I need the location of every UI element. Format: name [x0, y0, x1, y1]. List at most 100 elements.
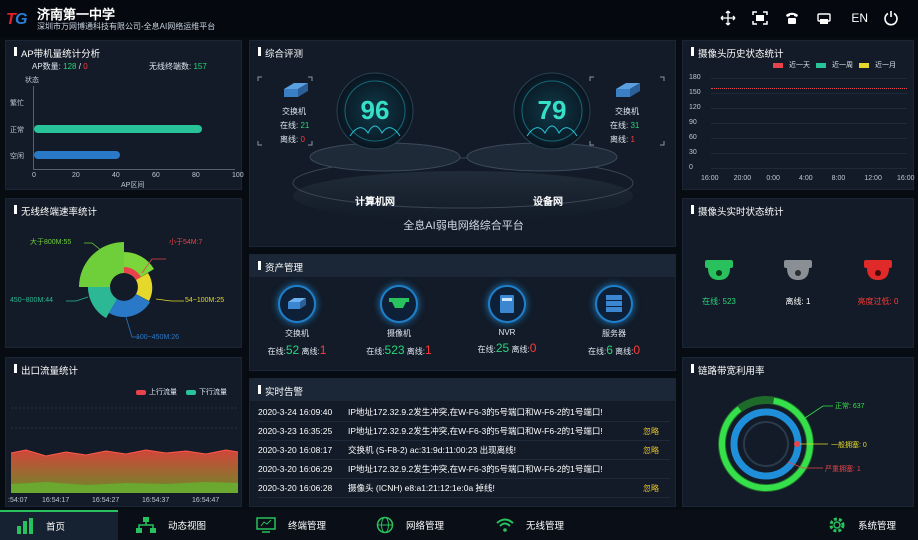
grid-line: [711, 108, 907, 109]
switch-icon: [278, 285, 316, 323]
bandwidth-ring-chart: [718, 396, 833, 492]
link-severe: 严重拥塞: 1: [825, 466, 861, 473]
legend-down: 下行流量: [199, 389, 227, 396]
x-tick-label: 8:00: [831, 175, 846, 182]
grid-line: [711, 153, 907, 154]
phone-icon[interactable]: [783, 10, 801, 26]
bottom-nav: 首页 动态视图 终端管理 网络管理 无线管理 系统管理: [0, 510, 918, 540]
alarm-desc: IP地址172.32.9.2发生冲突,在W-F6-3的5号端口和W-F6-2的1…: [348, 426, 603, 436]
panel-title: 资产管理: [258, 260, 303, 274]
asset-switch[interactable]: 交换机 在线:52 离线:1: [252, 285, 342, 357]
nav-home[interactable]: 首页: [0, 510, 118, 540]
ap-offline-count: 0: [83, 62, 88, 71]
y-tick-label: 150: [689, 89, 701, 96]
nav-terminal-mgmt[interactable]: 终端管理: [256, 510, 326, 540]
language-switch[interactable]: EN: [851, 11, 868, 25]
alarm-row[interactable]: 2020-3-20 16:06:28 摄像头 (ICNH) e8:a1:21:12…: [258, 479, 670, 498]
right-online: 31: [630, 121, 640, 130]
y-tick-label: 0: [689, 164, 693, 171]
alarm-row[interactable]: 2020-3-20 16:08:17 交换机 (S-F8-2) ac:31:9d:…: [258, 441, 670, 460]
rate-rose-chart: [66, 242, 184, 338]
app-subtitle: 深圳市万网博通科技有限公司-全息AI网络运维平台: [37, 22, 216, 31]
panel-title: 出口流量统计: [14, 363, 78, 377]
x-tick-label: 16:54:47: [192, 497, 220, 504]
asset-online: 25: [495, 341, 510, 355]
nvr-icon: [488, 285, 526, 323]
printer-icon[interactable]: [815, 10, 833, 26]
nav-label: 系统管理: [858, 521, 897, 532]
right-device-name: 交换机: [615, 107, 639, 116]
camera-online[interactable]: 在线: 523: [684, 258, 754, 307]
asset-camera[interactable]: 摄像机 在线:523 离线:1: [354, 285, 444, 357]
nav-network-mgmt[interactable]: 网络管理: [376, 510, 444, 540]
platform-name: 全息AI弱电网络综合平台: [403, 220, 524, 232]
alarm-row[interactable]: 2020-3-24 16:09:40 IP地址172.32.9.2发生冲突,在W-…: [258, 403, 670, 422]
x-tick-label: 16:54:37: [142, 497, 170, 504]
traffic-area-chart: [10, 407, 239, 493]
asset-server[interactable]: 服务器 在线:6 离线:0: [569, 285, 659, 357]
alarm-row[interactable]: 2020-3-20 16:06:29 IP地址172.32.9.2发生冲突,在W-…: [258, 460, 670, 479]
y-tick-label: 30: [689, 149, 697, 156]
camera-online-label: 在线: 523: [702, 297, 736, 306]
ignore-button[interactable]: 忽略: [643, 426, 659, 437]
rate-label: 54~100M:25: [185, 297, 225, 304]
nav-label: 网络管理: [406, 521, 445, 532]
legend-up-swatch: [136, 389, 146, 395]
nav-label: 首页: [46, 522, 66, 533]
alarm-row[interactable]: 2020-3-23 16:35:25 IP地址172.32.9.2发生冲突,在W-…: [258, 422, 670, 441]
ignore-button[interactable]: 忽略: [643, 483, 659, 494]
right-offline-label: 离线:: [610, 135, 629, 144]
history-series-line: [711, 88, 907, 89]
nav-wireless-mgmt[interactable]: 无线管理: [496, 510, 564, 540]
grid-line: [711, 93, 907, 94]
x-tick-label: 16:54:27: [92, 497, 120, 504]
wifi-icon: [496, 518, 514, 532]
y-tick-label: 90: [689, 119, 697, 126]
category-label: 正常: [10, 127, 24, 134]
label-computer-net: 计算机网: [355, 197, 395, 208]
nav-dynamic-view[interactable]: 动态视图: [136, 510, 206, 540]
asset-online-label: 在线:: [477, 345, 496, 354]
camera-icon: [380, 285, 418, 323]
nav-label: 无线管理: [526, 521, 565, 532]
camera-lowlight[interactable]: 亮度过低: 0: [843, 258, 913, 307]
asset-nvr[interactable]: NVR 在线:25 离线:0: [462, 285, 552, 355]
alarm-time: 2020-3-20 16:06:28: [258, 483, 333, 493]
monitor-icon: [256, 517, 276, 533]
x-tick-label: 100: [232, 172, 244, 179]
x-tick-label: 0: [32, 172, 36, 179]
ignore-button[interactable]: 忽略: [643, 445, 659, 456]
asset-offline-label: 离线:: [615, 347, 634, 356]
left-offline: 0: [300, 135, 305, 144]
asset-name: 摄像机: [387, 329, 411, 338]
grid-line: [711, 78, 907, 79]
fullscreen-icon[interactable]: [751, 10, 769, 26]
nav-system-mgmt[interactable]: 系统管理: [828, 510, 896, 540]
x-tick-label: 4:00: [799, 175, 813, 182]
power-icon[interactable]: [882, 10, 900, 26]
ap-load-panel: AP带机量统计分析 AP数量: 128 / 0 无线终端数: 157 状态 繁忙…: [5, 40, 244, 190]
label-device-net: 设备网: [533, 197, 563, 208]
asset-name: 交换机: [285, 329, 309, 338]
grid-line: [711, 138, 907, 139]
asset-online-label: 在线:: [366, 347, 385, 356]
grid-line: [711, 168, 907, 169]
ap-separator: /: [78, 62, 81, 71]
asset-name: 服务器: [602, 329, 626, 338]
globe-icon: [376, 516, 394, 534]
asset-online-label: 在线:: [587, 347, 607, 356]
camera-offline[interactable]: 离线: 1: [763, 258, 833, 307]
panel-title: 摄像头历史状态统计: [691, 46, 784, 60]
right-offline: 1: [630, 135, 635, 144]
link-normal: 正常: 637: [835, 403, 865, 410]
move-icon[interactable]: [719, 10, 737, 26]
bar-normal: [34, 125, 202, 133]
legend-month-swatch: [859, 62, 869, 68]
asset-online: 6: [606, 343, 613, 357]
link-bandwidth-panel: 链路带宽利用率 正常: 637 一般拥塞: 0 严重拥塞: 1: [682, 357, 914, 507]
terminal-count-label: 无线终端数:: [149, 62, 192, 71]
y-axis-label: 状态: [25, 77, 39, 84]
x-tick-label: 40: [112, 172, 120, 179]
alarm-time: 2020-3-23 16:35:25: [258, 426, 333, 436]
y-tick-label: 180: [689, 74, 701, 81]
